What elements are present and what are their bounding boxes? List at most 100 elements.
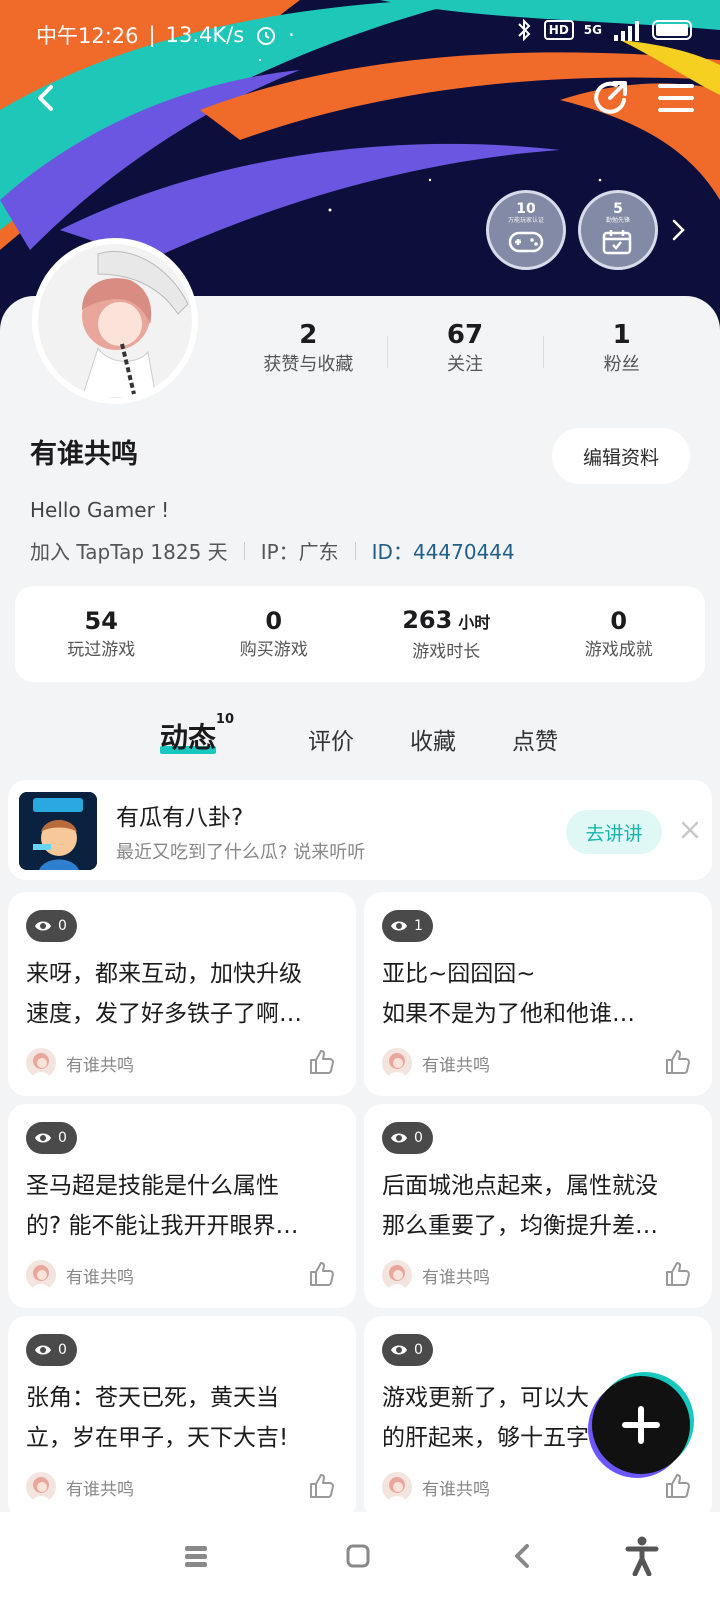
stat-value: 1: [612, 320, 631, 350]
medal-caption: 万能玩家认证: [507, 217, 544, 224]
recent-apps-button[interactable]: [172, 1532, 220, 1580]
back-button[interactable]: [20, 72, 72, 124]
thumbs-up-icon[interactable]: [308, 1260, 336, 1288]
recents-icon: [185, 1546, 207, 1567]
post-text: 后面城池点起来，属性就没 那么重要了，均衡提升差…: [382, 1166, 694, 1246]
view-count: 0: [26, 1122, 77, 1154]
stat-following[interactable]: 67 关注: [386, 318, 544, 378]
post-author[interactable]: 有谁共鸣: [382, 1472, 490, 1502]
ip-location: IP：广东: [260, 540, 339, 564]
avatar[interactable]: [32, 238, 198, 404]
tab-moments[interactable]: 动态 10: [160, 712, 234, 756]
medal-badge[interactable]: 5 勤勉先锋: [578, 190, 658, 270]
share-button[interactable]: [584, 72, 636, 124]
post-card[interactable]: 0 来呀，都来互动，加快升级 速度，发了好多铁子了啊… 有谁共鸣: [8, 892, 356, 1096]
battery-icon: [652, 20, 692, 40]
promo-subtitle: 最近又吃到了什么瓜? 说来听听: [116, 842, 366, 863]
user-id[interactable]: ID：44470444: [372, 536, 515, 565]
stat-value: 0: [265, 607, 283, 635]
back-triangle-icon: [515, 1544, 529, 1568]
view-number: 1: [414, 918, 423, 934]
stat-achievements[interactable]: 0 游戏成就: [533, 605, 706, 663]
thumbs-up-icon[interactable]: [664, 1048, 692, 1076]
post-line: 的? 能不能让我开开眼界…: [26, 1213, 299, 1239]
stat-fans[interactable]: 1 粉丝: [543, 318, 700, 378]
content-tabs: 动态 10 评价 收藏 点赞: [160, 712, 614, 756]
eye-icon: [35, 1345, 51, 1355]
post-card[interactable]: 0 张角：苍天已死，黄天当 立，岁在甲子，天下大吉! 有谁共鸣: [8, 1316, 356, 1520]
home-button[interactable]: [334, 1532, 382, 1580]
tab-likes[interactable]: 点赞: [512, 722, 558, 756]
network-label: 5G: [583, 23, 602, 37]
post-author[interactable]: 有谁共鸣: [382, 1048, 490, 1078]
tab-label: 点赞: [512, 729, 559, 755]
menu-icon: [658, 84, 694, 112]
avatar-image: [38, 244, 192, 398]
dot-icon: ·: [288, 23, 295, 47]
tab-label: 收藏: [410, 729, 457, 755]
post-card[interactable]: 1 亚比~囧囧囧~ 如果不是为了他和他谁… 有谁共鸣: [364, 892, 712, 1096]
post-text: 亚比~囧囧囧~ 如果不是为了他和他谁…: [382, 954, 694, 1034]
eye-icon: [35, 1133, 51, 1143]
stat-label: 关注: [447, 354, 483, 375]
create-post-button[interactable]: [592, 1376, 690, 1474]
system-nav-bar: [0, 1512, 720, 1600]
divider: [354, 541, 356, 560]
stat-label: 游戏成就: [584, 640, 653, 660]
medal-caption: 勤勉先锋: [605, 217, 630, 224]
tab-favorites[interactable]: 收藏: [410, 722, 456, 756]
calendar-icon: [602, 230, 632, 255]
medal-badge[interactable]: 10 万能玩家认证: [486, 190, 566, 270]
eye-icon: [391, 1345, 407, 1355]
author-name: 有谁共鸣: [422, 1267, 490, 1288]
bio: Hello Gamer !: [30, 498, 170, 522]
stat-bought-games[interactable]: 0 购买游戏: [188, 605, 361, 663]
bluetooth-icon: [518, 18, 531, 42]
thumbs-up-icon[interactable]: [664, 1472, 692, 1500]
promo-action-button[interactable]: 去讲讲: [566, 810, 662, 854]
joined-days: 加入 TapTap 1825 天: [30, 540, 228, 564]
stat-label: 玩过游戏: [67, 640, 136, 660]
stat-likes[interactable]: 2 获赞与收藏: [230, 318, 387, 378]
view-count: 0: [382, 1122, 433, 1154]
author-avatar: [26, 1472, 56, 1502]
post-author[interactable]: 有谁共鸣: [26, 1472, 134, 1502]
thumbs-up-icon[interactable]: [308, 1048, 336, 1076]
accessibility-icon: [625, 1536, 659, 1576]
post-line: 后面城池点起来，属性就没: [382, 1173, 658, 1199]
close-icon[interactable]: [678, 818, 702, 842]
author-name: 有谁共鸣: [422, 1479, 490, 1500]
stat-label: 粉丝: [603, 354, 640, 375]
accessibility-button[interactable]: [618, 1532, 666, 1580]
stat-played-games[interactable]: 54 玩过游戏: [15, 605, 188, 663]
thumbs-up-icon[interactable]: [664, 1260, 692, 1288]
stat-value: 2: [299, 320, 318, 350]
stat-label: 购买游戏: [239, 640, 308, 660]
post-line: 立，岁在甲子，天下大吉!: [26, 1425, 289, 1451]
back-nav-button[interactable]: [498, 1532, 546, 1580]
post-author[interactable]: 有谁共鸣: [26, 1260, 134, 1290]
post-author[interactable]: 有谁共鸣: [382, 1260, 490, 1290]
tab-reviews[interactable]: 评价: [308, 722, 354, 756]
divider: [243, 541, 245, 560]
menu-button[interactable]: [650, 72, 702, 124]
medal-list[interactable]: 10 万能玩家认证 5 勤勉先锋: [486, 190, 690, 270]
stat-play-time[interactable]: 263 小时 游戏时长: [360, 604, 533, 665]
view-number: 0: [58, 1342, 67, 1358]
post-author[interactable]: 有谁共鸣: [26, 1048, 134, 1078]
tab-label: 动态: [160, 721, 217, 754]
view-number: 0: [58, 1130, 67, 1146]
alarm-icon: [257, 27, 276, 45]
author-avatar: [382, 1048, 412, 1078]
author-name: 有谁共鸣: [66, 1267, 134, 1288]
thumbs-up-icon[interactable]: [308, 1472, 336, 1500]
stat-unit: 小时: [458, 612, 491, 632]
view-count: 1: [382, 910, 433, 942]
promo-banner[interactable]: 有瓜有八卦? 最近又吃到了什么瓜? 说来听听 去讲讲: [8, 780, 712, 880]
post-line: 亚比~囧囧囧~: [382, 961, 536, 987]
edit-profile-button[interactable]: 编辑资料: [552, 428, 690, 484]
post-card[interactable]: 0 后面城池点起来，属性就没 那么重要了，均衡提升差… 有谁共鸣: [364, 1104, 712, 1308]
post-card[interactable]: 0 圣马超是技能是什么属性 的? 能不能让我开开眼界… 有谁共鸣: [8, 1104, 356, 1308]
medal-more-button[interactable]: [666, 218, 690, 242]
view-number: 0: [414, 1130, 423, 1146]
